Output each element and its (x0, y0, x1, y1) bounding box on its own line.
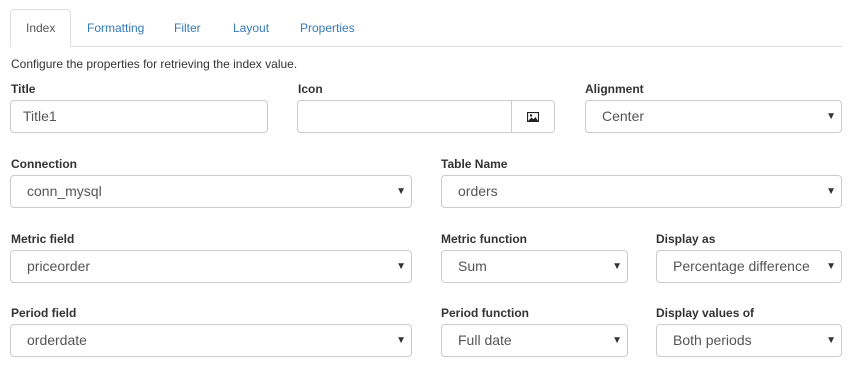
tab-filter[interactable]: Filter (158, 9, 217, 47)
table-name-label: Table Name (441, 157, 508, 171)
display-values-of-select[interactable]: Both periods ▼ (656, 324, 842, 357)
chevron-down-icon: ▼ (396, 186, 406, 197)
period-field-label: Period field (11, 306, 77, 320)
display-as-label: Display as (656, 232, 716, 246)
tab-index[interactable]: Index (10, 9, 72, 47)
display-values-of-label: Display values of (656, 306, 755, 320)
display-values-of-value: Both periods (673, 332, 752, 348)
connection-select[interactable]: conn_mysql ▼ (10, 175, 412, 208)
period-function-label: Period function (441, 306, 529, 320)
period-function-select[interactable]: Full date ▼ (441, 324, 628, 357)
period-field-value: orderdate (27, 332, 87, 348)
connection-value: conn_mysql (27, 183, 102, 199)
alignment-label: Alignment (585, 82, 644, 96)
metric-field-value: priceorder (27, 258, 91, 274)
tab-bar: Index Formatting Filter Layout Propertie… (10, 9, 842, 47)
chevron-down-icon: ▼ (396, 335, 406, 346)
table-name-value: orders (458, 183, 498, 199)
chevron-down-icon: ▼ (826, 335, 836, 346)
chevron-down-icon: ▼ (826, 261, 836, 272)
chevron-down-icon: ▼ (612, 335, 622, 346)
tab-layout[interactable]: Layout (217, 9, 285, 47)
display-as-select[interactable]: Percentage difference ▼ (656, 250, 842, 283)
image-icon (527, 111, 539, 122)
tab-properties[interactable]: Properties (284, 9, 371, 47)
chevron-down-icon: ▼ (826, 186, 836, 197)
display-as-value: Percentage difference (673, 258, 810, 274)
table-name-select[interactable]: orders ▼ (441, 175, 842, 208)
title-input[interactable]: Title1 (10, 100, 268, 133)
chevron-down-icon: ▼ (396, 261, 406, 272)
chevron-down-icon: ▼ (826, 111, 836, 122)
icon-label: Icon (298, 82, 323, 96)
metric-function-select[interactable]: Sum ▼ (441, 250, 628, 283)
alignment-select[interactable]: Center ▼ (585, 100, 842, 133)
icon-input[interactable] (297, 100, 512, 133)
icon-input-group (297, 100, 555, 133)
period-field-select[interactable]: orderdate ▼ (10, 324, 412, 357)
intro-text: Configure the properties for retrieving … (11, 57, 298, 71)
period-function-value: Full date (458, 332, 512, 348)
tab-formatting[interactable]: Formatting (71, 9, 160, 47)
metric-function-label: Metric function (441, 232, 527, 246)
title-label: Title (11, 82, 36, 96)
chevron-down-icon: ▼ (612, 261, 622, 272)
metric-field-select[interactable]: priceorder ▼ (10, 250, 412, 283)
alignment-value: Center (602, 108, 645, 124)
metric-field-label: Metric field (11, 232, 75, 246)
metric-function-value: Sum (458, 258, 487, 274)
connection-label: Connection (11, 157, 77, 171)
icon-picker-button[interactable] (511, 100, 555, 133)
